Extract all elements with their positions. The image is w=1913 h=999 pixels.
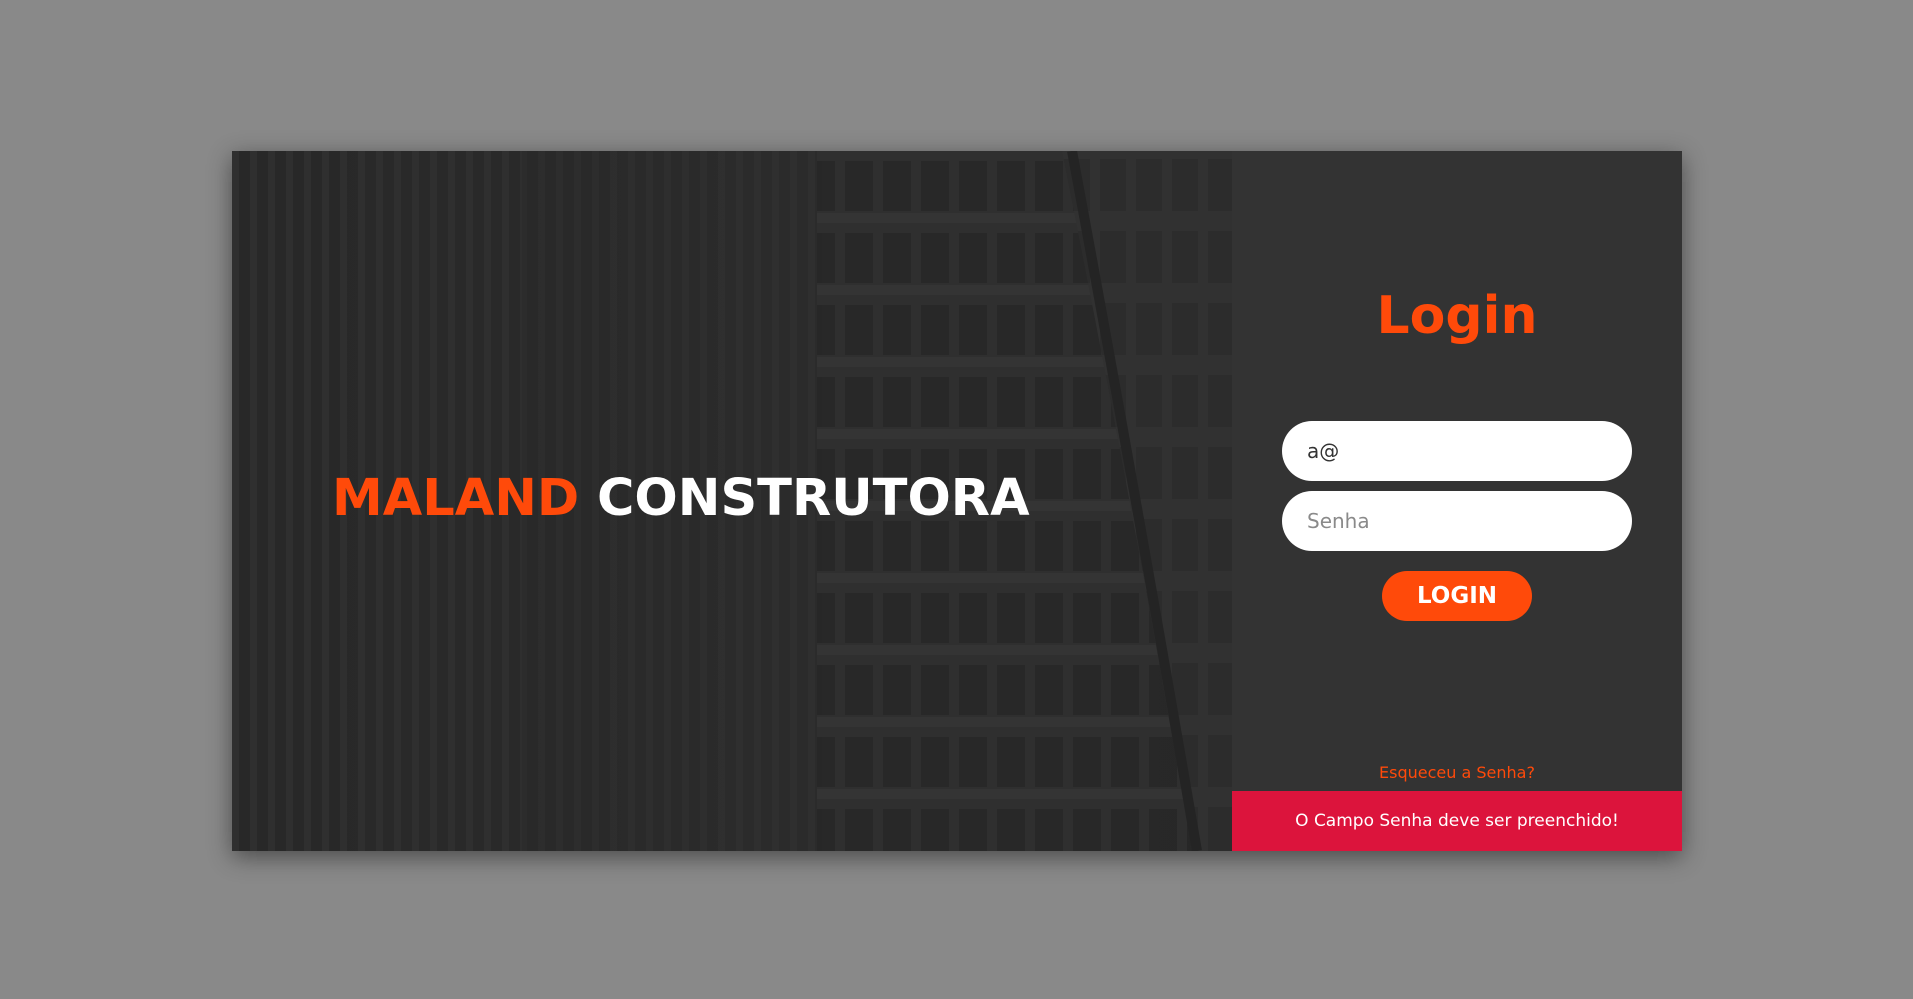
brand-title: MALAND CONSTRUTORA xyxy=(332,469,1030,528)
login-button[interactable]: LOGIN xyxy=(1382,571,1532,621)
forgot-password-link[interactable]: Esqueceu a Senha? xyxy=(1232,763,1682,782)
brand-title-rest: CONSTRUTORA xyxy=(596,469,1030,528)
email-field[interactable] xyxy=(1282,421,1632,481)
brand-title-accent: MALAND xyxy=(332,469,580,528)
login-card: MALAND CONSTRUTORA Login LOGIN Esqueceu … xyxy=(232,151,1682,851)
password-field[interactable] xyxy=(1282,491,1632,551)
error-message: O Campo Senha deve ser preenchido! xyxy=(1232,791,1682,851)
hero-section: MALAND CONSTRUTORA xyxy=(232,151,1232,851)
login-panel: Login LOGIN Esqueceu a Senha? O Campo Se… xyxy=(1232,151,1682,851)
login-heading: Login xyxy=(1376,286,1538,346)
